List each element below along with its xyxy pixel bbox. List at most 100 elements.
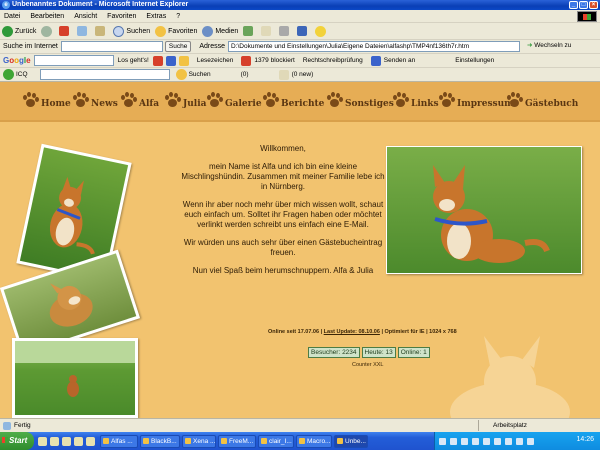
favorites-button[interactable]: Favoriten (155, 25, 197, 37)
menu-help[interactable]: ? (176, 13, 180, 20)
menu-bar: Datei Bearbeiten Ansicht Favoriten Extra… (0, 10, 600, 23)
last-update-link[interactable]: Last Update: 08.10.06 (324, 329, 380, 335)
nav-julia[interactable]: Julia (164, 92, 206, 109)
nav-label: Links (411, 99, 439, 109)
address-row: Suche im Internet Suche Adresse D:\Dokum… (0, 40, 600, 54)
maximize-button[interactable]: □ (579, 1, 588, 9)
back-arrow-icon (2, 25, 13, 37)
forward-arrow-icon (41, 25, 53, 37)
home-button[interactable] (95, 26, 108, 36)
nav-label: Sonstiges (345, 99, 394, 109)
address-input[interactable]: D:\Dokumente und Einstellungen\Julia\Eig… (228, 41, 520, 52)
task-macro[interactable]: Macro... (296, 434, 332, 448)
forward-button[interactable] (41, 25, 54, 37)
minimize-button[interactable]: _ (569, 1, 578, 9)
menu-datei[interactable]: Datei (4, 13, 20, 20)
start-button[interactable]: Start (0, 432, 34, 450)
history-icon (243, 26, 254, 36)
tray-icon[interactable] (505, 437, 512, 445)
nav-impressum[interactable]: Impressum (438, 92, 514, 109)
icq-search-button[interactable]: Suchen (189, 71, 211, 78)
taskbar: Start Alfas ... BlackB... Xena ... FreeM… (0, 432, 600, 450)
visitor-counter[interactable]: Besucher: 2234 Heute: 13 Online: 1 (308, 347, 430, 358)
counter-brand[interactable]: Counter XXL (352, 362, 384, 368)
google-go-button[interactable]: Los geht's! (118, 57, 149, 64)
word-button[interactable] (297, 26, 310, 36)
window-title-bar: e Unbenanntes Dokument - Microsoft Inter… (0, 0, 600, 10)
nav-label: Gästebuch (525, 99, 579, 109)
menu-extras[interactable]: Extras (146, 13, 166, 20)
media-button[interactable]: Medien (202, 25, 239, 37)
nav-sonstiges[interactable]: Sonstiges (326, 92, 394, 109)
refresh-button[interactable] (77, 26, 90, 36)
web-page: Home News Alfa Julia Galerie Berichte So… (0, 82, 600, 418)
task-freem[interactable]: FreeM... (218, 434, 256, 448)
google-page-icon[interactable] (178, 55, 189, 66)
task-unbenanntes[interactable]: Unbe... (334, 434, 368, 448)
tray-icon[interactable] (450, 437, 457, 445)
messenger-button[interactable] (315, 25, 328, 37)
mail-button[interactable] (261, 26, 274, 36)
send-to-button[interactable]: Senden an (384, 57, 415, 64)
tray-icon[interactable] (516, 437, 523, 445)
go-button[interactable]: ➜ Wechseln zu (524, 41, 574, 52)
stop-button[interactable] (59, 26, 72, 36)
clock: 14:26 (576, 436, 594, 443)
paw-icon (438, 92, 455, 109)
tray-icon[interactable] (472, 437, 479, 445)
task-xena[interactable]: Xena ... (182, 434, 216, 448)
web-search-input[interactable] (60, 41, 163, 52)
popup-blocked-count[interactable]: 1379 blockiert (254, 57, 294, 64)
icq-toolbar: ICQ Suchen (0) (0 new) (0, 68, 600, 82)
menu-favoriten[interactable]: Favoriten (107, 13, 136, 20)
menu-bearbeiten[interactable]: Bearbeiten (30, 13, 64, 20)
task-blackb[interactable]: BlackB... (140, 434, 180, 448)
nav-gaestebuch[interactable]: Gästebuch (506, 92, 578, 109)
web-search-button[interactable]: Suche (164, 41, 192, 52)
nav-berichte[interactable]: Berichte (262, 92, 324, 109)
desktop-icon[interactable] (38, 436, 47, 446)
messenger-icon[interactable] (86, 436, 95, 446)
google-news-icon[interactable] (165, 55, 176, 66)
icq-label[interactable]: ICQ (16, 71, 28, 78)
ie-icon[interactable] (50, 436, 59, 446)
tray-icon[interactable] (439, 437, 446, 445)
search-icon (113, 25, 125, 37)
tray-icon[interactable] (494, 437, 501, 445)
google-search-input[interactable] (33, 55, 114, 66)
nav-galerie[interactable]: Galerie (206, 92, 262, 109)
media-label: Medien (215, 27, 239, 35)
bookmarks-button[interactable]: Lesezeichen (197, 57, 234, 64)
task-alfas[interactable]: Alfas ... (100, 434, 138, 448)
dog-photo-field (12, 338, 138, 418)
nav-links[interactable]: Links (392, 92, 439, 109)
icq-news[interactable]: (0 new) (292, 71, 314, 78)
menu-ansicht[interactable]: Ansicht (74, 13, 97, 20)
nav-alfa[interactable]: Alfa (120, 92, 159, 109)
icq-search-input[interactable] (39, 69, 170, 80)
icq-counter[interactable]: (0) (241, 71, 249, 78)
task-clair[interactable]: clair_I... (258, 434, 294, 448)
print-button[interactable] (279, 26, 292, 36)
outlook-icon[interactable] (74, 436, 83, 446)
search-button[interactable]: Suchen (113, 25, 150, 37)
history-button[interactable] (243, 26, 256, 36)
paw-icon (72, 92, 89, 109)
google-options-icon[interactable] (152, 55, 163, 66)
visitor-today: Heute: 13 (361, 347, 396, 358)
nav-news[interactable]: News (72, 92, 118, 109)
google-logo: Google (3, 56, 31, 65)
tray-icon[interactable] (483, 437, 490, 445)
stop-icon (59, 26, 70, 36)
dog-illustration (433, 165, 550, 263)
back-button[interactable]: Zurück (2, 25, 36, 37)
volume-icon[interactable] (527, 437, 534, 445)
settings-button[interactable]: Einstellungen (455, 57, 494, 64)
spellcheck-button[interactable]: Rechtschreibprüfung (303, 57, 363, 64)
window-title: Unbenanntes Dokument - Microsoft Interne… (12, 1, 189, 8)
tray-icon[interactable] (461, 437, 468, 445)
welcome-text: Willkommen, mein Name ist Alfa und ich b… (180, 144, 386, 284)
close-button[interactable]: × (589, 1, 598, 9)
nav-home[interactable]: Home (22, 92, 71, 109)
media-player-icon[interactable] (62, 436, 71, 446)
